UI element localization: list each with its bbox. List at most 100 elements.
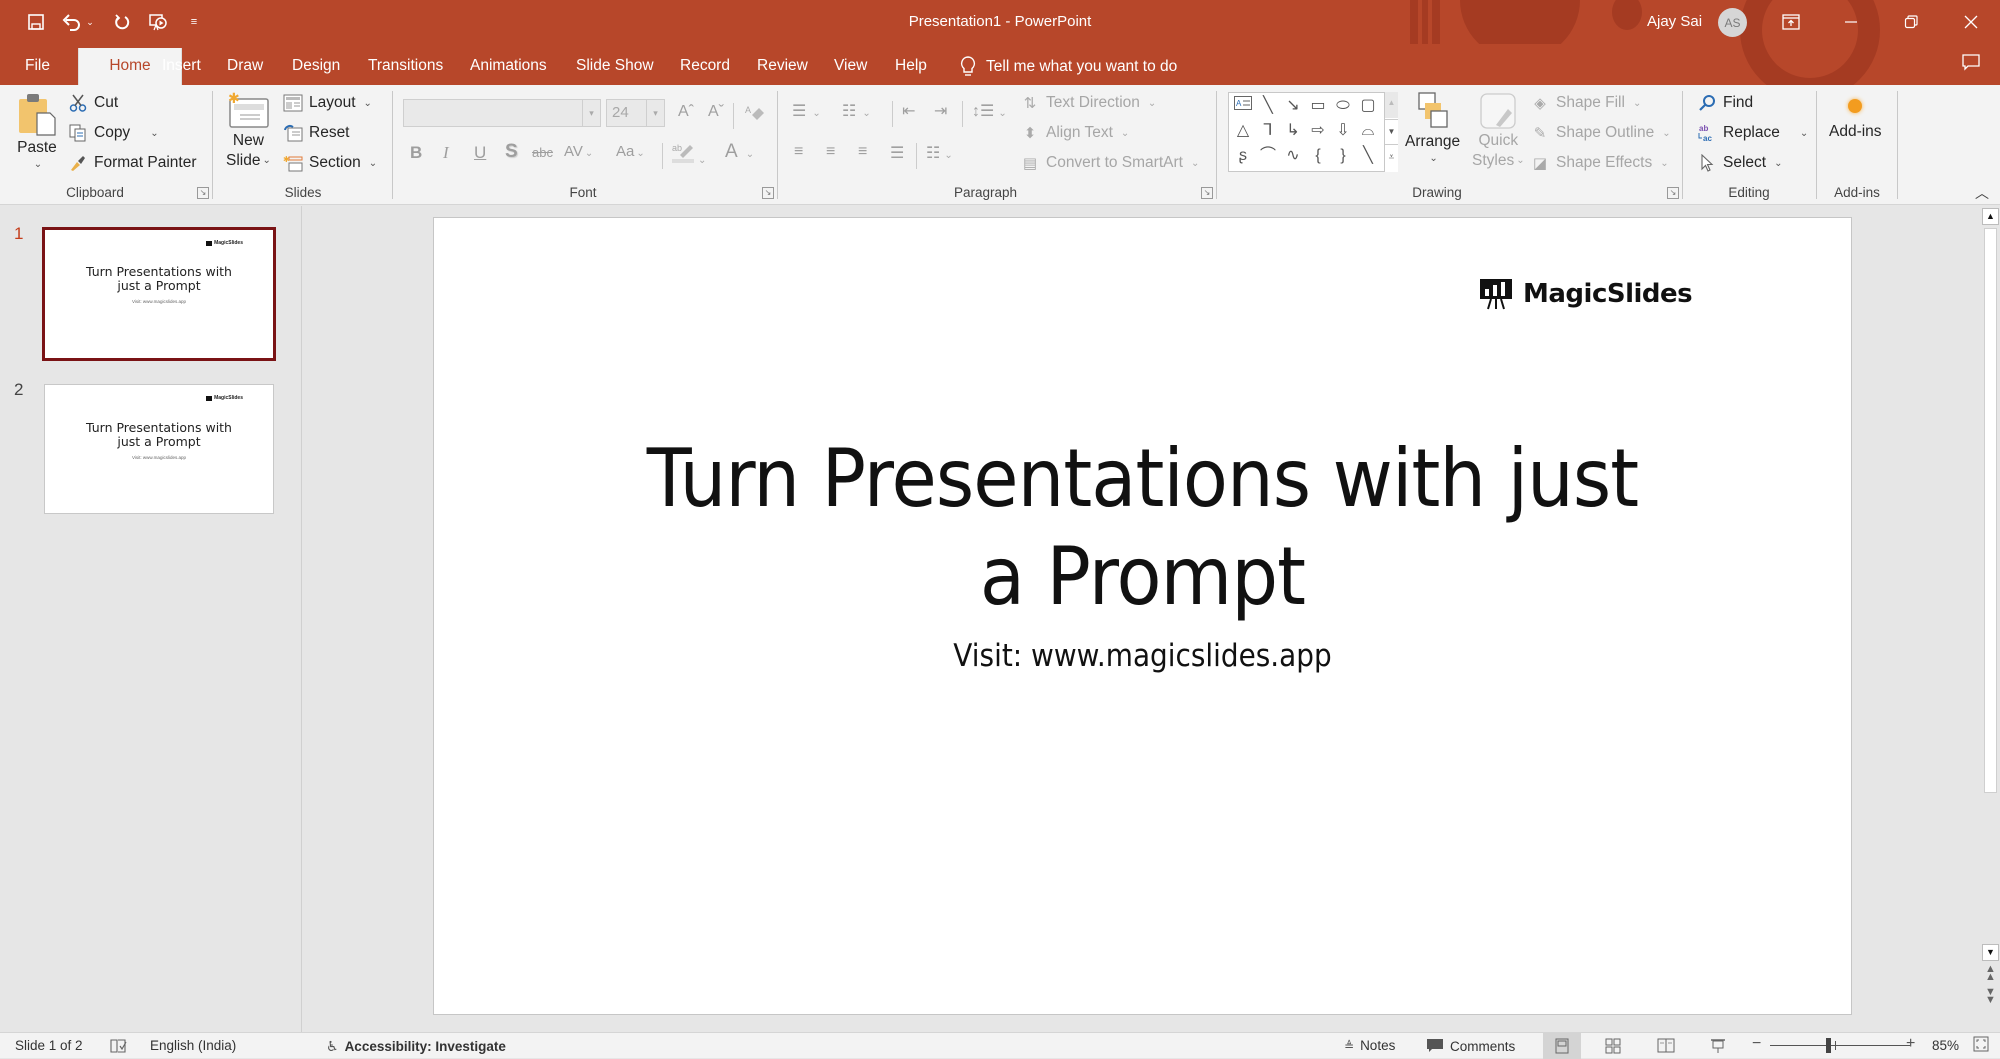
slide-canvas[interactable]: MagicSlides Turn Presentations with just… xyxy=(433,217,1852,1015)
language-indicator[interactable]: English (India) xyxy=(150,1038,236,1053)
new-slide-button[interactable]: ✱ New Slide ⌄ xyxy=(226,91,271,171)
drawing-dialog-launcher-icon[interactable]: ↘ xyxy=(1667,187,1679,199)
paragraph-dialog-launcher-icon[interactable]: ↘ xyxy=(1201,187,1213,199)
line-shape-icon[interactable]: ╲ xyxy=(1257,95,1279,117)
slide-show-view-button[interactable] xyxy=(1699,1033,1737,1059)
save-icon[interactable] xyxy=(24,10,48,34)
normal-view-button[interactable] xyxy=(1543,1033,1581,1059)
tab-record[interactable]: Record xyxy=(669,48,741,85)
italic-button[interactable]: I xyxy=(443,143,449,163)
rounded-rectangle-shape-icon[interactable]: ▢ xyxy=(1357,95,1379,117)
format-painter-button[interactable]: Format Painter xyxy=(68,153,197,173)
rectangle-shape-icon[interactable]: ▭ xyxy=(1307,95,1329,117)
font-size-combobox[interactable]: 24 ▾ xyxy=(606,99,665,127)
reading-view-button[interactable] xyxy=(1647,1033,1685,1059)
clear-formatting-icon[interactable]: A xyxy=(744,103,766,128)
vertical-scrollbar[interactable]: ▲ ▼ ▲ ▲ ▼ ▼ xyxy=(1981,208,2000,1032)
ribbon-display-options-icon[interactable] xyxy=(1768,0,1814,44)
quick-styles-button[interactable]: Quick Styles ⌄ xyxy=(1472,91,1525,171)
text-box-shape-icon[interactable]: A xyxy=(1232,95,1254,117)
underline-button[interactable]: U xyxy=(474,143,486,163)
line-spacing-icon[interactable]: ↕☰ ⌄ xyxy=(972,101,1007,121)
convert-smartart-button[interactable]: ▤ Convert to SmartArt ⌄ xyxy=(1020,153,1199,173)
comments-pane-icon[interactable] xyxy=(1948,44,1994,84)
avatar[interactable]: AS xyxy=(1718,8,1747,37)
align-center-icon[interactable]: ≡ xyxy=(826,143,835,161)
slide-sorter-view-button[interactable] xyxy=(1594,1033,1632,1059)
comments-button[interactable]: Comments xyxy=(1426,1038,1515,1054)
tab-file[interactable]: File xyxy=(14,48,61,85)
tell-me-search[interactable]: Tell me what you want to do xyxy=(960,48,1177,85)
cut-button[interactable]: Cut xyxy=(68,93,118,113)
zoom-in-button[interactable]: + xyxy=(1906,1035,1915,1053)
align-right-icon[interactable]: ≡ xyxy=(858,143,867,161)
freeform-shape-icon[interactable]: ʂ xyxy=(1232,145,1254,167)
right-arrow-shape-icon[interactable]: ⇨ xyxy=(1307,120,1329,142)
character-spacing-button[interactable]: AV ⌄ xyxy=(564,143,593,160)
highlight-color-button[interactable]: ab ⌄ xyxy=(672,141,706,168)
scroll-up-button[interactable]: ▲ xyxy=(1982,208,1999,225)
arrange-button[interactable]: Arrange ⌄ xyxy=(1405,91,1460,164)
justify-icon[interactable]: ☰ xyxy=(890,143,904,163)
replace-button[interactable]: ab ac Replace ⌄ xyxy=(1697,123,1808,143)
notes-button[interactable]: ≜ Notes xyxy=(1344,1038,1395,1053)
zoom-out-button[interactable]: − xyxy=(1752,1035,1761,1053)
text-direction-button[interactable]: ⇅ Text Direction ⌄ xyxy=(1020,93,1157,113)
tab-draw[interactable]: Draw xyxy=(216,48,274,85)
customize-qat-icon[interactable]: ≡ xyxy=(186,10,202,34)
fit-slide-to-window-icon[interactable] xyxy=(1973,1036,1989,1052)
more-shapes-icon[interactable]: ⩡ xyxy=(1385,146,1398,172)
user-name[interactable]: Ajay Sai xyxy=(1647,13,1702,30)
minimize-button[interactable] xyxy=(1828,0,1874,44)
arc-shape-icon[interactable]: ⌒ xyxy=(1257,145,1279,167)
line-shape-icon[interactable]: ╲ xyxy=(1357,145,1379,167)
curve-shape-icon[interactable]: ∿ xyxy=(1282,145,1304,167)
accessibility-checker[interactable]: ♿︎ Accessibility: Investigate xyxy=(326,1038,506,1055)
font-dialog-launcher-icon[interactable]: ↘ xyxy=(762,187,774,199)
chevron-down-icon[interactable]: ⌄ xyxy=(150,128,158,139)
layout-button[interactable]: Layout ⌄ xyxy=(283,93,372,113)
font-name-combobox[interactable]: ▾ xyxy=(403,99,601,127)
next-slide-button[interactable]: ▼ ▼ xyxy=(1983,987,1998,1006)
align-left-icon[interactable]: ≡ xyxy=(794,143,803,161)
shadow-button[interactable]: S xyxy=(505,141,518,163)
chevron-down-icon[interactable]: ▾ xyxy=(582,100,600,126)
bold-button[interactable]: B xyxy=(410,143,422,163)
numbering-icon[interactable]: ☷ ⌄ xyxy=(842,101,871,121)
reset-button[interactable]: Reset xyxy=(283,123,350,143)
paste-button[interactable]: Paste ⌄ xyxy=(17,91,57,170)
tab-design[interactable]: Design xyxy=(281,48,351,85)
font-color-button[interactable]: A ⌄ xyxy=(725,141,754,163)
scroll-down-button[interactable]: ▼ xyxy=(1982,944,1999,961)
tab-help[interactable]: Help xyxy=(884,48,938,85)
slide-thumbnail-2[interactable]: MagicSlides Turn Presentations with just… xyxy=(44,384,274,514)
scroll-up-icon[interactable]: ▲ xyxy=(1385,92,1398,118)
decrease-indent-icon[interactable]: ⇤ xyxy=(902,101,915,121)
slide-subtitle[interactable]: Visit: www.magicslides.app xyxy=(505,638,1780,674)
strikethrough-button[interactable]: abc xyxy=(532,145,553,160)
change-case-button[interactable]: Aa ⌄ xyxy=(616,143,645,160)
zoom-percent[interactable]: 85% xyxy=(1932,1038,1959,1053)
tab-review[interactable]: Review xyxy=(746,48,819,85)
right-brace-shape-icon[interactable]: } xyxy=(1332,145,1354,167)
shapes-gallery-scroll[interactable]: ▲ ▼ ⩡ xyxy=(1384,92,1398,172)
bullets-icon[interactable]: ☰ ⌄ xyxy=(792,101,821,121)
slide-title[interactable]: Turn Presentations with just a Prompt xyxy=(491,430,1795,626)
oval-shape-icon[interactable]: ⬭ xyxy=(1332,95,1354,117)
undo-icon[interactable] xyxy=(60,10,84,34)
columns-icon[interactable]: ☷ ⌄ xyxy=(926,143,953,163)
close-button[interactable] xyxy=(1948,0,1994,44)
copy-button[interactable]: Copy ⌄ xyxy=(68,123,159,143)
add-ins-button[interactable]: Add-ins xyxy=(1829,99,1882,141)
chevron-down-icon[interactable]: ▾ xyxy=(646,100,664,126)
shape-effects-button[interactable]: ◪ Shape Effects ⌄ xyxy=(1530,153,1669,173)
snip-shape-icon[interactable]: ⌓ xyxy=(1357,120,1379,142)
align-text-button[interactable]: ⬍ Align Text ⌄ xyxy=(1020,123,1130,143)
redo-icon[interactable] xyxy=(110,10,134,34)
shape-fill-button[interactable]: ◈ Shape Fill ⌄ xyxy=(1530,93,1641,113)
increase-font-size-icon[interactable]: Aˆ xyxy=(678,103,694,121)
shape-outline-button[interactable]: ✎ Shape Outline ⌄ xyxy=(1530,123,1671,143)
collapse-ribbon-icon[interactable]: ︿ xyxy=(1975,183,1989,203)
decrease-font-size-icon[interactable]: Aˇ xyxy=(708,103,724,121)
tab-slide-show[interactable]: Slide Show xyxy=(565,48,665,85)
